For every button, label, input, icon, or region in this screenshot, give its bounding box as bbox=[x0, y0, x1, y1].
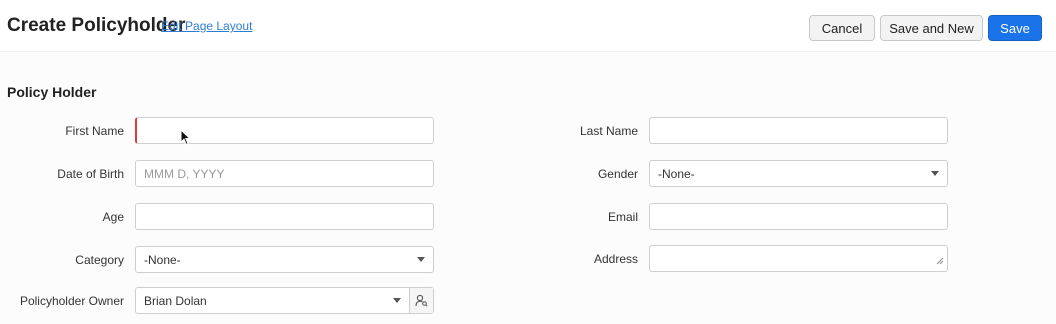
save-and-new-button[interactable]: Save and New bbox=[880, 15, 983, 41]
gender-label: Gender bbox=[597, 167, 638, 181]
policyholder-owner-value: Brian Dolan bbox=[144, 293, 207, 308]
save-button[interactable]: Save bbox=[988, 15, 1042, 41]
cancel-button[interactable]: Cancel bbox=[809, 15, 875, 41]
address-textarea[interactable] bbox=[649, 245, 948, 272]
mouse-pointer-icon bbox=[180, 128, 192, 151]
section-title: Policy Holder bbox=[7, 84, 97, 100]
email-input[interactable] bbox=[649, 203, 948, 230]
edit-page-layout-link[interactable]: Edit Page Layout bbox=[161, 19, 252, 33]
address-label: Address bbox=[593, 252, 638, 266]
user-search-icon[interactable] bbox=[409, 288, 433, 313]
page-header: Create Policyholder Edit Page Layout Can… bbox=[0, 0, 1056, 52]
last-name-input[interactable] bbox=[649, 117, 948, 144]
gender-value: -None- bbox=[658, 166, 695, 181]
chevron-down-icon bbox=[393, 298, 401, 303]
gender-select[interactable]: -None- bbox=[649, 160, 948, 187]
form-content bbox=[0, 53, 1056, 324]
policyholder-owner-label: Policyholder Owner bbox=[19, 294, 124, 308]
resize-handle-icon[interactable] bbox=[936, 254, 944, 268]
chevron-down-icon bbox=[931, 171, 939, 176]
policyholder-owner-lookup[interactable]: Brian Dolan bbox=[135, 287, 434, 314]
last-name-label: Last Name bbox=[579, 124, 638, 138]
page-title: Create Policyholder bbox=[7, 15, 186, 36]
email-label: Email bbox=[607, 210, 638, 224]
